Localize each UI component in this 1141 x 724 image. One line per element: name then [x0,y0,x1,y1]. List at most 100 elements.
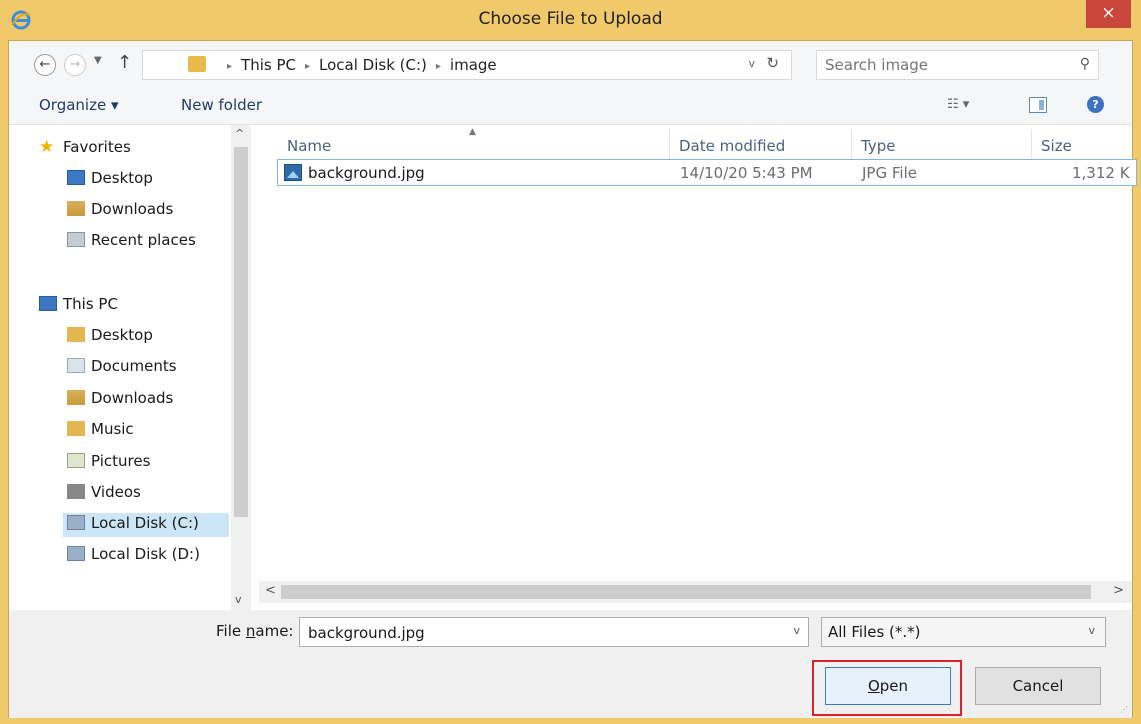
breadcrumb-separator: ▸ [227,61,233,72]
preview-pane-icon[interactable] [1029,97,1047,113]
nav-favorites[interactable]: ★ Favorites [39,137,131,161]
back-button[interactable]: ← [34,54,56,76]
downloads-icon [67,390,85,405]
file-name: background.jpg [308,164,425,182]
nav-item-downloads[interactable]: Downloads [67,200,173,224]
nav-label: Downloads [91,200,174,218]
table-row[interactable]: background.jpg 14/10/20 5:43 PM JPG File… [277,159,1137,186]
breadcrumb-this-pc[interactable]: This PC [241,56,296,74]
file-name-input[interactable] [308,623,768,643]
chevron-down-icon[interactable]: v [793,624,800,637]
organize-button[interactable]: Organize ▾ [39,96,119,114]
nav-label: Pictures [91,452,151,470]
scrollbar-thumb[interactable] [234,147,248,517]
nav-label: This PC [63,295,118,313]
horizontal-scrollbar[interactable]: < > [259,581,1132,603]
search-box[interactable]: ⚲ [816,50,1099,80]
column-header-size[interactable]: Size [1041,137,1072,155]
column-header-type[interactable]: Type [861,137,895,155]
breadcrumb-separator[interactable]: ▸ [436,61,441,72]
nav-item-recent-places[interactable]: Recent places [67,231,196,255]
desktop-icon [67,170,85,185]
nav-item-videos[interactable]: Videos [67,483,141,507]
file-name-field[interactable]: v [299,617,809,647]
change-view-icon[interactable]: ☷ ▾ [947,97,969,112]
column-header-date-modified[interactable]: Date modified [679,137,785,155]
folder-icon [188,56,206,72]
breadcrumb: ▸ This PC ▸ Local Disk (C:) ▸ image [218,56,497,74]
help-icon[interactable]: ? [1087,96,1104,113]
navigation-pane: ★ Favorites Desktop Downloads Recent plac… [9,125,259,610]
search-input[interactable] [825,55,1045,75]
file-type-select[interactable]: All Files (*.*) v [821,617,1106,647]
nav-label: Desktop [91,169,153,187]
breadcrumb-separator[interactable]: ▸ [305,61,310,72]
scroll-right-icon[interactable]: > [1113,583,1124,598]
column-label: Size [1041,137,1072,155]
file-size: 1,312 K [1072,164,1130,182]
title-bar[interactable]: Choose File to Upload × [0,0,1141,40]
open-button[interactable]: Open [825,667,951,705]
scroll-down-icon[interactable]: v [235,593,242,606]
pictures-icon [67,453,85,468]
resize-grip-icon[interactable]: ⋰ [1120,705,1128,714]
open-accesskey: O [867,677,880,695]
nav-label: Downloads [91,389,174,407]
address-row: ← → ▼ ↑ ▸ This PC ▸ Local Disk (C:) ▸ image v… [9,41,1132,85]
computer-icon [39,296,57,311]
column-header-name[interactable]: Name [287,137,331,155]
scroll-left-icon[interactable]: < [265,583,276,598]
star-icon: ★ [39,137,55,157]
nav-item-desktop[interactable]: Desktop [67,169,153,193]
new-folder-button[interactable]: New folder [181,96,262,114]
file-list: Name ▲ Date modified Type Size backgroun… [259,125,1137,610]
nav-pane-scrollbar[interactable]: ^ v [231,125,251,610]
nav-item-downloads-pc[interactable]: Downloads [67,389,173,413]
scrollbar-thumb[interactable] [281,585,1091,599]
disk-icon [67,546,85,561]
refresh-icon[interactable]: ↻ [766,54,779,72]
nav-item-music[interactable]: Music [67,420,134,444]
breadcrumb-image[interactable]: image [450,56,497,74]
scroll-up-icon[interactable]: ^ [235,127,244,140]
nav-item-local-disk-d[interactable]: Local Disk (D:) [67,545,200,569]
image-file-icon [284,164,302,181]
nav-label: Favorites [63,138,131,156]
music-icon [67,421,85,436]
nav-label: Videos [91,483,141,501]
file-name-label-pre: File [216,622,246,640]
nav-item-desktop-pc[interactable]: Desktop [67,326,153,350]
nav-label: Local Disk (C:) [91,514,199,532]
breadcrumb-local-disk-c[interactable]: Local Disk (C:) [319,56,427,74]
nav-item-local-disk-c[interactable]: Local Disk (C:) [63,513,229,537]
address-bar[interactable]: ▸ This PC ▸ Local Disk (C:) ▸ image v ↻ [142,50,792,80]
column-label: Date modified [679,137,786,155]
nav-item-pictures[interactable]: Pictures [67,452,150,476]
documents-icon [67,358,85,373]
nav-item-documents[interactable]: Documents [67,357,177,381]
recent-locations-dropdown[interactable]: ▼ [94,55,102,66]
open-label-rest: pen [879,677,909,695]
search-icon[interactable]: ⚲ [1080,56,1090,72]
nav-label: Music [91,420,134,438]
close-button[interactable]: × [1086,0,1131,28]
forward-button[interactable]: → [64,54,86,76]
dialog-footer: File name: v All Files (*.*) v Open Canc… [9,610,1132,718]
nav-this-pc[interactable]: This PC [39,295,118,319]
column-label: Type [861,137,896,155]
cancel-button[interactable]: Cancel [975,667,1101,705]
recent-places-icon [67,232,85,247]
dialog-client-area: ← → ▼ ↑ ▸ This PC ▸ Local Disk (C:) ▸ image v… [8,40,1137,718]
nav-label: Desktop [91,326,153,344]
up-button[interactable]: ↑ [117,52,132,73]
column-label: Name [287,137,332,155]
sort-ascending-icon: ▲ [469,127,476,137]
address-dropdown-icon[interactable]: v [748,57,755,70]
window-title: Choose File to Upload [478,9,663,29]
desktop-folder-icon [67,327,85,342]
file-upload-dialog: Choose File to Upload × ← → ▼ ↑ ▸ This PC… [0,0,1141,724]
file-type: JPG File [862,164,917,182]
nav-label: Local Disk (D:) [91,545,200,563]
file-name-label-accesskey: n [245,622,256,640]
downloads-icon [67,201,85,216]
